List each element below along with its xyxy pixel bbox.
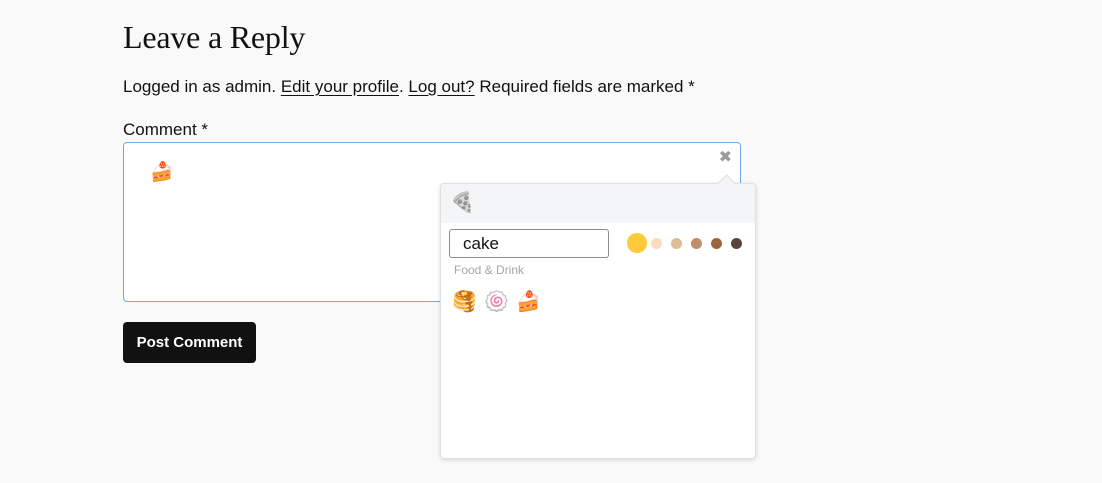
logout-link[interactable]: Log out?	[408, 77, 474, 96]
skin-tone-light[interactable]	[651, 238, 662, 249]
separator-text: .	[398, 77, 409, 96]
logged-in-prefix: Logged in as admin.	[123, 77, 281, 96]
close-icon[interactable]: ✖	[719, 149, 732, 167]
picker-category-bar: 🍕	[441, 184, 755, 223]
skin-tone-medium[interactable]	[691, 238, 702, 249]
reply-title: Leave a Reply	[123, 19, 306, 55]
required-note: Required fields are marked *	[474, 77, 695, 96]
emoji-search-input[interactable]	[449, 229, 609, 258]
pancakes-emoji[interactable]: 🥞	[452, 290, 477, 314]
post-comment-button[interactable]: Post Comment	[123, 322, 256, 363]
emoji-picker: 🍕 Food & Drink 🥞 🍥 🍰	[440, 174, 756, 459]
shortcake-emoji[interactable]: 🍰	[516, 290, 541, 314]
logged-in-note: Logged in as admin. Edit your profile. L…	[123, 76, 695, 98]
fish-cake-emoji[interactable]: 🍥	[484, 290, 509, 314]
food-category-icon[interactable]: 🍕	[450, 190, 475, 216]
skin-tone-medium-light[interactable]	[671, 238, 682, 249]
skin-tone-default[interactable]	[627, 233, 647, 253]
skin-tone-dark[interactable]	[731, 238, 742, 249]
comment-content: 🍰	[150, 162, 174, 183]
category-heading: Food & Drink	[454, 263, 525, 277]
comment-label: Comment *	[123, 120, 209, 139]
skin-tone-medium-dark[interactable]	[711, 238, 722, 249]
edit-profile-link[interactable]: Edit your profile	[281, 77, 399, 96]
